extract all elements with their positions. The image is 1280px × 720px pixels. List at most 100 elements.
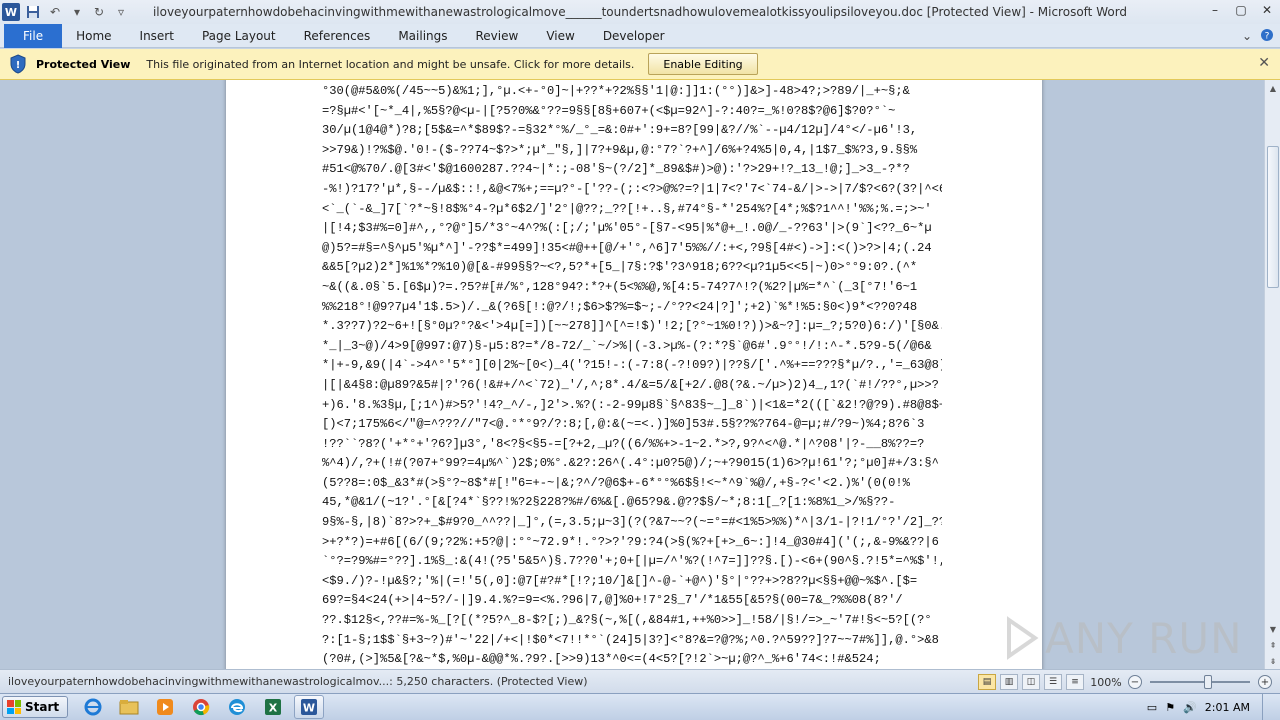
customize-toolbar-icon[interactable]: ▿ [112,3,130,21]
document-text: °30(@#5&0%(/45~~5)&%1;],°µ.<+-°0]~|+??*+… [322,82,942,669]
ribbon-tabs: File Home Insert Page Layout References … [0,23,1280,48]
document-line: >+?*?)=+#6[(6/(9;?2%:+5?@|:°°~72.9*!.°?>… [322,534,939,549]
document-line: @)5?=#§=^§^µ5'%µ*^]'-??$*=499]!35<#@++[@… [322,240,932,255]
chrome-icon[interactable] [186,695,216,719]
document-line: (?0#,(>]%5&[?&~*$,%0µ-&@@*%.?9?.[>>9)13*… [322,652,881,667]
svg-text:?: ? [1265,31,1270,41]
web-layout-view-button[interactable]: ◫ [1022,674,1040,690]
help-icon[interactable]: ? [1260,28,1274,45]
title-bar: W ↶ ▾ ↻ ▿ iloveyourpaternhowdobehacinvin… [0,0,1280,24]
start-label: Start [25,700,60,714]
show-desktop-button[interactable] [1262,694,1272,720]
file-explorer-icon[interactable] [114,695,144,719]
document-line: *.3??7)?2~6+![§°0µ?°?&<'>4µ[=])[~~278]]^… [322,319,942,334]
document-line: #51<@%70/.@[3#<'$@1600287.??4~|*:;-08'§~… [322,162,910,177]
full-screen-reading-view-button[interactable]: ▥ [1000,674,1018,690]
window-title: iloveyourpaternhowdobehacinvingwithmewit… [152,5,1128,19]
document-line: !??``?8?('+*°+'?6?]µ3°,'8<?§<§5-=[?+2,_µ… [322,436,925,451]
tab-view[interactable]: View [532,24,588,48]
system-tray: ▭ ⚑ 🔊 2:01 AM [1147,694,1280,720]
document-line: <$9./)?-!µ&§?;'%|(=!'5(,0]:@7[#?#*[!?;10… [322,573,918,588]
outline-view-button[interactable]: ☰ [1044,674,1062,690]
tray-speaker-icon[interactable]: 🔊 [1183,701,1197,714]
protected-view-bar: ! Protected View This file originated fr… [0,49,1280,80]
document-line: -%!)?17?'µ*,§--/µ&$::!,&@<7%+;==µ?°-['??… [322,181,942,196]
watermark-text: ANY RUN [1045,613,1243,663]
tab-mailings[interactable]: Mailings [384,24,461,48]
internet-explorer-icon[interactable] [78,695,108,719]
document-line: ??.$12§<,??#=%-%_[?[(*?5?^_8-$?[;)_&?§(~… [322,613,932,628]
close-button[interactable]: ✕ [1254,0,1280,20]
zoom-in-button[interactable]: + [1258,675,1272,689]
tab-home[interactable]: Home [62,24,125,48]
close-icon[interactable]: ✕ [1258,55,1270,71]
tab-insert[interactable]: Insert [126,24,188,48]
enable-editing-button[interactable]: Enable Editing [648,53,758,75]
window-controls: – ▢ ✕ [1202,0,1280,20]
tab-file[interactable]: File [4,23,63,48]
scroll-thumb[interactable] [1267,146,1279,288]
zoom-slider[interactable] [1150,675,1250,689]
windows-logo-icon [7,700,21,714]
tab-developer[interactable]: Developer [589,24,679,48]
zoom-out-button[interactable]: − [1128,675,1142,689]
document-line: =?§µ#<'[~*_4|,%5§?@<µ-|[?5?0%&°??=9§§[8§… [322,103,896,118]
scroll-down-icon[interactable]: ▼ [1265,621,1280,637]
document-page: °30(@#5&0%(/45~~5)&%1;],°µ.<+-°0]~|+??*+… [226,80,1042,669]
document-line: *|+-9,&9(|4`->4^°'5*°][0|2%~[0<)_4('?15!… [322,358,942,373]
document-line: *_|_3~@)/4>9[@997:@7)§-µ5:8?=*/8-72/_`~/… [322,338,932,353]
document-line: %^4)/,?+(!#(?07+°99?=4µ%^`)2$;0%°.&2?:26… [322,456,939,471]
next-page-icon[interactable]: ⇟ [1265,653,1280,669]
svg-text:!: ! [16,60,21,71]
vertical-scrollbar[interactable]: ▲ ▼ ⇞ ⇟ [1264,80,1280,669]
svg-text:W: W [303,702,315,715]
edge-icon[interactable] [222,695,252,719]
word-taskbar-icon[interactable]: W [294,695,325,719]
anyrun-watermark: ANY RUN [1005,610,1245,666]
status-bar: iloveyourpaternhowdobehacinvingwithmewit… [0,669,1280,693]
maximize-button[interactable]: ▢ [1228,0,1254,20]
document-line: 69?=§4<24(+>|4~5?/-|]9.4.%?=9=<%.?96|7,@… [322,593,903,608]
document-line: °30(@#5&0%(/45~~5)&%1;],°µ.<+-°0]~|+??*+… [322,84,910,98]
print-layout-view-button[interactable]: ▤ [978,674,996,690]
svg-text:X: X [269,702,278,715]
document-line: <`_(`-&_]7[`?*~§!8$%°4-?µ*6$2/]'2°|@??;_… [322,201,932,216]
excel-icon[interactable]: X [258,695,288,719]
minimize-ribbon-icon[interactable]: ⌄ [1242,29,1252,43]
document-line: 45,*@&1/(~1?'.°[&[?4*`§??!%?2§228?%#/6%&… [322,495,896,510]
word-app-icon[interactable]: W [2,3,20,21]
previous-page-icon[interactable]: ⇞ [1265,637,1280,653]
tray-flag-icon[interactable]: ⚑ [1165,701,1175,714]
document-line: +)6.'8.%3§µ,[;1^)#>5?'!4?_^/-,]2'>.%?(:-… [322,397,942,412]
undo-icon[interactable]: ↶ [46,3,64,21]
clock[interactable]: 2:01 AM [1205,701,1250,714]
protected-view-message[interactable]: This file originated from an Internet lo… [146,58,634,71]
status-right: ▤ ▥ ◫ ☰ ≡ 100% − + [978,670,1272,694]
draft-view-button[interactable]: ≡ [1066,674,1084,690]
taskbar: Start X W ▭ ⚑ 🔊 2:01 AM [0,693,1280,720]
redo-icon[interactable]: ↻ [90,3,108,21]
tab-page-layout[interactable]: Page Layout [188,24,290,48]
save-icon[interactable] [24,3,42,21]
shield-icon: ! [10,54,26,74]
minimize-button[interactable]: – [1202,0,1228,20]
ribbon-right-controls: ⌄ ? [1242,24,1274,48]
document-line: `°?=?9%#=°??].1%§_:&(4!(?5'5&5^)§.7??0'+… [322,554,942,569]
start-button[interactable]: Start [2,696,69,718]
play-logo-icon [1007,616,1039,660]
document-line: [)<7;175%6</"@=^???//"7<@.°*°9?/?:8;[,@:… [322,417,925,432]
tab-review[interactable]: Review [462,24,533,48]
zoom-slider-knob[interactable] [1204,675,1212,689]
protected-view-title: Protected View [36,57,131,71]
zoom-level[interactable]: 100% [1088,676,1124,689]
dropdown-chevron-icon[interactable]: ▾ [68,3,86,21]
document-line: (5??8=:0$_&3*#(>§°?~8$*#[!"6=+-~|&;?^/?@… [322,475,910,490]
document-line: |[!4;$3#%=0]#^,,°?@°]5/*3°~4^?%(:[;/;'µ%… [322,221,932,236]
media-player-icon[interactable] [150,695,180,719]
scroll-up-icon[interactable]: ▲ [1265,80,1280,96]
document-line: >>79&)!?%$@.'0!-($-??74~$?>*;µ*_"§,]|7?+… [322,142,918,157]
tab-references[interactable]: References [290,24,385,48]
tray-network-icon[interactable]: ▭ [1147,701,1157,714]
document-line: &&5[?µ2)2*]%1%*?%10)@[&-#99§§?~<?,5?*+[5… [322,260,918,275]
document-line: |[|&4§8:@µ89?&5#|?'?6(!&#+/^<`72)_'/,^;8… [322,377,939,392]
